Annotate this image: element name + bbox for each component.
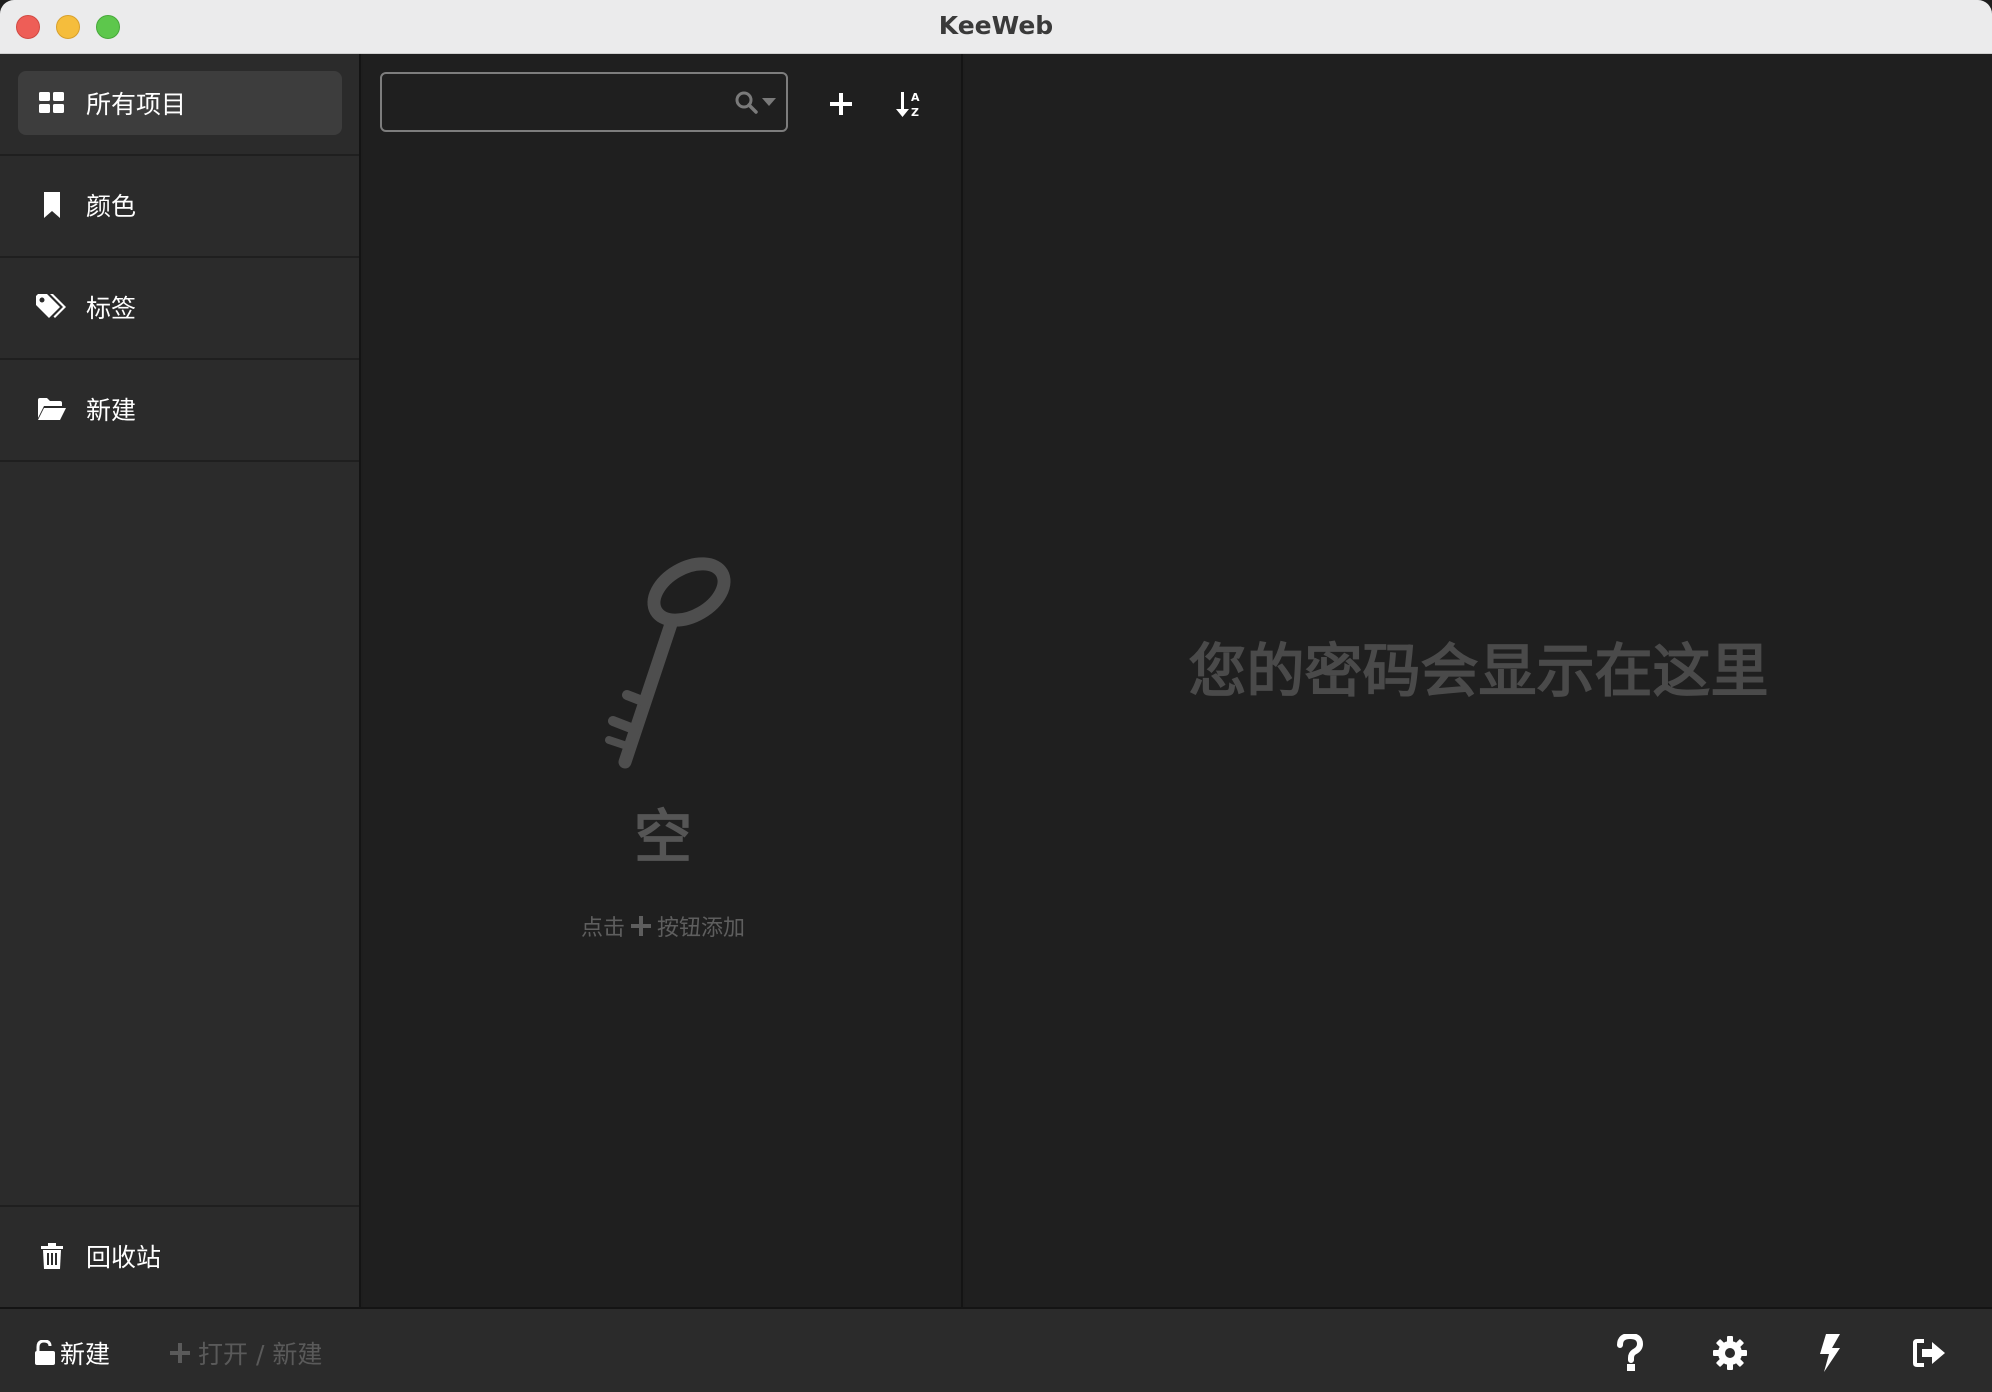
lock-exit-button[interactable] [1908,1331,1952,1375]
sidebar-item-colors-row[interactable]: 颜色 [18,173,342,237]
open-file-button[interactable]: 新建 [34,1335,110,1371]
sidebar-item-label: 回收站 [86,1243,162,1272]
sidebar-item-new-group: 新建 [0,360,359,462]
search-box[interactable] [380,72,788,132]
empty-list-title: 空 [633,803,692,871]
sidebar-item-trash: 回收站 [0,1205,359,1307]
file-name-label: 新建 [60,1340,111,1369]
sidebar-item-label: 标签 [86,294,137,323]
sort-button[interactable]: A Z [889,84,929,124]
detail-placeholder: 您的密码会显示在这里 [1188,637,1769,705]
sidebar-item-colors: 颜色 [0,156,359,258]
sidebar-item-tags: 标签 [0,258,359,360]
sidebar-item-trash-row[interactable]: 回收站 [18,1224,342,1288]
plus-icon [631,916,651,936]
sidebar-item-trash-wrap: 回收站 [0,1207,359,1309]
bookmark-icon [18,192,86,218]
lock-exit-icon [1913,1339,1945,1367]
open-new-button[interactable]: 打开 / 新建 [170,1335,322,1371]
sidebar-item-all-items-row[interactable]: 所有项目 [18,71,342,135]
svg-text:Z: Z [911,106,919,118]
svg-text:A: A [911,91,920,104]
open-new-label: 打开 / 新建 [198,1340,323,1369]
chevron-down-icon [762,98,776,106]
add-entry-button[interactable] [821,84,861,124]
generate-password-button[interactable] [1808,1331,1852,1375]
sidebar-item-all-items: 所有项目 [0,54,359,156]
generate-icon [1820,1334,1840,1372]
plus-icon [170,1343,190,1363]
sidebar-item-label: 颜色 [86,192,137,221]
empty-hint-after: 按钮添加 [657,916,746,941]
tags-icon [18,294,86,320]
search-input[interactable] [392,82,712,122]
sidebar-item-label: 所有项目 [86,90,187,119]
help-icon [1617,1334,1644,1371]
plus-icon [830,93,852,115]
settings-icon [1713,1336,1747,1370]
help-button[interactable] [1608,1331,1652,1375]
folder-open-icon [18,398,86,420]
sort-alpha-icon: A Z [896,91,920,118]
sidebar-item-label: 新建 [86,396,137,425]
sidebar: 所有项目 颜色 标签 新建 回收站 [0,54,361,1307]
window-title: KeeWeb [938,11,1054,40]
settings-button[interactable] [1708,1331,1752,1375]
sidebar-item-tags-row[interactable]: 标签 [18,275,342,339]
empty-hint-before: 点击 [580,916,625,941]
empty-list-hint: 点击 按钮添加 [363,910,963,942]
entry-detail-panel: 您的密码会显示在这里 [965,54,1992,1307]
unlock-icon [35,1340,55,1365]
trash-icon [18,1243,86,1269]
entry-list-panel: A Z 空 点击 按钮添加 [363,54,963,1307]
search-options-button[interactable] [734,90,776,114]
grid-icon [18,92,86,114]
title-bar: KeeWeb [0,0,1992,54]
sidebar-item-new-group-row[interactable]: 新建 [18,377,342,441]
search-icon [735,91,758,114]
footer-bar: 新建 打开 / 新建 [0,1307,1992,1392]
key-icon [605,557,731,769]
